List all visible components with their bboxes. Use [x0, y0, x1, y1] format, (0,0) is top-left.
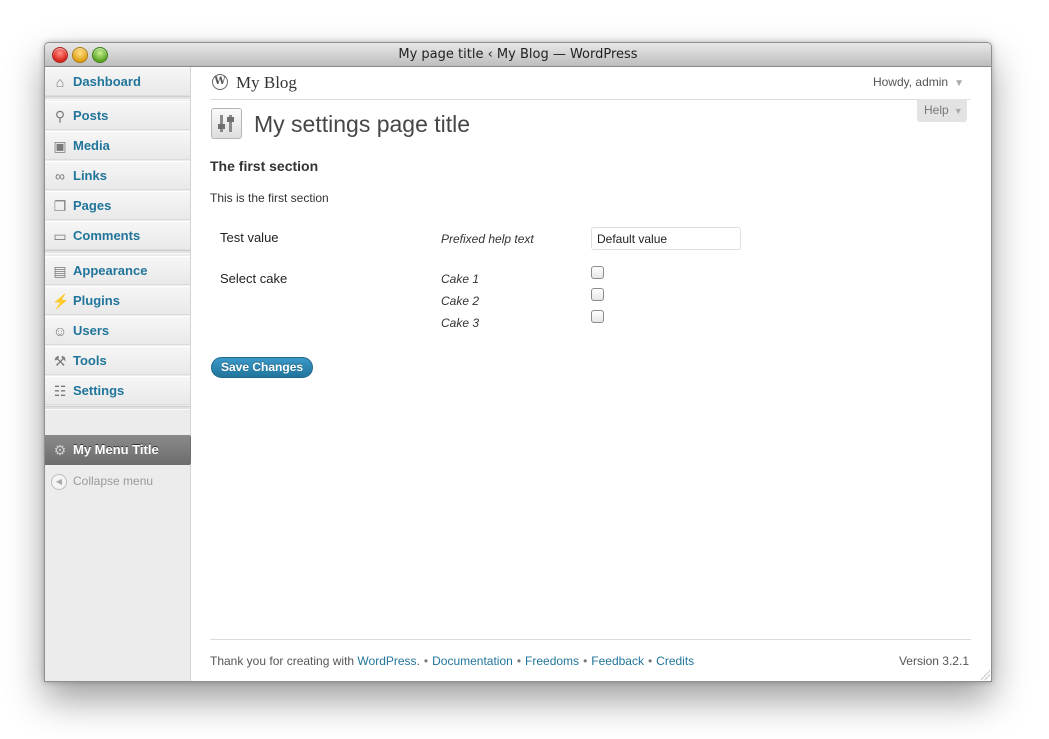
chevron-down-icon: ▼: [954, 78, 964, 89]
bullet-separator: •: [583, 654, 588, 668]
sidebar-item-label: Settings: [73, 383, 125, 398]
collapse-menu-label: Collapse menu: [73, 474, 154, 488]
footer-link-credits[interactable]: Credits: [656, 654, 694, 668]
sidebar-item-plugins[interactable]: ⚡ Plugins: [45, 286, 190, 315]
footer-thanks-text: Thank you for creating with: [210, 654, 355, 668]
menu-separator: [45, 406, 190, 410]
sidebar-item-label: Dashboard: [73, 74, 141, 89]
cake-3-checkbox[interactable]: [591, 310, 604, 323]
house-icon: ⌂: [55, 74, 65, 90]
admin-header: W My Blog Howdy, admin ▼: [210, 67, 970, 100]
version-text: Version 3.2.1: [898, 654, 969, 668]
blog-name[interactable]: My Blog: [236, 73, 297, 93]
sidebar-item-dashboard[interactable]: ⌂ Dashboard: [45, 67, 190, 96]
users-icon: ☺: [52, 323, 68, 339]
footer-link-freedoms[interactable]: Freedoms: [525, 654, 579, 668]
sidebar-item-label: My Menu Title: [73, 442, 159, 457]
sidebar-item-pages[interactable]: ❐ Pages: [45, 191, 190, 220]
sidebar-item-my-menu-title[interactable]: ⚙ My Menu Title: [45, 435, 199, 465]
settings-icon: ☷: [53, 383, 67, 399]
cake-1-checkbox[interactable]: [591, 266, 604, 279]
footer-credits: Thank you for creating with WordPress. • D…: [210, 654, 695, 668]
sidebar-item-label: Media: [73, 138, 110, 153]
menu-separator: [45, 96, 190, 100]
help-label: Help: [924, 103, 949, 117]
pages-icon: ❐: [53, 198, 67, 214]
sidebar-item-label: Posts: [73, 108, 109, 123]
menu-separator: [45, 250, 190, 254]
wordpress-logo-icon: W: [212, 74, 228, 90]
footer-link-documentation[interactable]: Documentation: [432, 654, 513, 668]
sidebar-item-label: Links: [73, 168, 107, 183]
cake-2-checkbox[interactable]: [591, 288, 604, 301]
sidebar-item-label: Tools: [73, 353, 107, 368]
main-content: W My Blog Howdy, admin ▼ Help ▼ My setting…: [191, 67, 991, 681]
collapse-arrow-icon: ◀: [51, 474, 67, 490]
user-menu[interactable]: Howdy, admin ▼: [873, 75, 964, 89]
sidebar-item-label: Users: [73, 323, 110, 338]
test-value-help-text: Prefixed help text: [441, 232, 534, 246]
page-title: My settings page title: [254, 111, 471, 137]
sidebar-item-users[interactable]: ☺ Users: [45, 316, 190, 345]
footer-link-wordpress[interactable]: WordPress: [357, 654, 416, 668]
section-title: The first section: [210, 158, 319, 174]
help-tab[interactable]: Help ▼: [917, 99, 967, 122]
bullet-separator: •: [647, 654, 653, 668]
settings-page-icon: [211, 108, 242, 139]
select-cake-label: Select cake: [220, 271, 288, 286]
sidebar-item-label: Comments: [73, 228, 141, 243]
sidebar-item-links[interactable]: ∞ Links: [45, 161, 190, 190]
link-icon: ∞: [55, 168, 65, 184]
admin-sidebar: ⌂ Dashboard ⚲ Posts ▣ Media ∞ Links ❐ Pa…: [45, 67, 199, 681]
appearance-icon: ▤: [53, 263, 67, 279]
chevron-down-icon: ▼: [953, 106, 963, 116]
footer-link-feedback[interactable]: Feedback: [591, 654, 644, 668]
tools-icon: ⚒: [53, 353, 67, 369]
cake-3-label: Cake 3: [441, 316, 480, 330]
sidebar-item-appearance[interactable]: ▤ Appearance: [45, 256, 190, 285]
sidebar-item-label: Pages: [73, 198, 112, 213]
admin-footer: Thank you for creating with WordPress. • D…: [210, 639, 971, 680]
comment-icon: ▭: [53, 228, 67, 244]
browser-window: My page title ‹ My Blog — WordPress ⌂ Da…: [44, 42, 992, 682]
window-title: My page title ‹ My Blog — WordPress: [398, 47, 638, 62]
sidebar-item-settings[interactable]: ☷ Settings: [45, 376, 190, 405]
pushpin-icon: ⚲: [54, 108, 66, 124]
media-icon: ▣: [53, 138, 67, 154]
sidebar-item-tools[interactable]: ⚒ Tools: [45, 346, 190, 375]
cake-2-label: Cake 2: [441, 294, 480, 308]
sidebar-item-label: Appearance: [73, 263, 148, 278]
test-value-label: Test value: [220, 230, 279, 245]
gear-icon: ⚙: [53, 442, 67, 458]
resize-grip-icon[interactable]: [980, 670, 990, 680]
sidebar-item-label: Plugins: [73, 293, 120, 308]
test-value-input[interactable]: [591, 227, 741, 250]
window-titlebar[interactable]: My page title ‹ My Blog — WordPress: [45, 43, 991, 67]
save-changes-button[interactable]: Save Changes: [211, 357, 314, 378]
howdy-label: Howdy, admin: [872, 75, 949, 89]
sidebar-item-posts[interactable]: ⚲ Posts: [45, 101, 190, 130]
sidebar-item-media[interactable]: ▣ Media: [45, 131, 190, 160]
bullet-separator: •: [423, 654, 429, 668]
plug-icon: ⚡: [52, 293, 70, 309]
bullet-separator: •: [516, 654, 522, 668]
sidebar-item-comments[interactable]: ▭ Comments: [45, 221, 190, 250]
section-description: This is the first section: [210, 191, 329, 205]
cake-1-label: Cake 1: [441, 272, 480, 286]
